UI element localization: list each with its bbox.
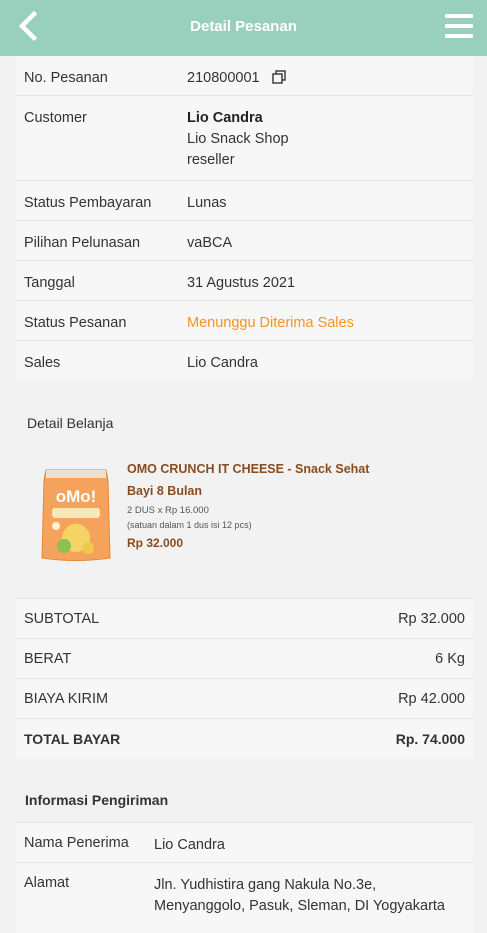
order-status-row: Status Pesanan Menunggu Diterima Sales — [16, 301, 473, 341]
sales-row: Sales Lio Candra — [16, 341, 473, 381]
product-quantity: 2 DUS x Rp 16.000 — [127, 505, 209, 516]
payment-status-label: Status Pembayaran — [24, 195, 152, 211]
date-row: Tanggal 31 Agustus 2021 — [16, 261, 473, 301]
recipient-row: Nama Penerima Lio Candra — [16, 823, 473, 863]
date-label: Tanggal — [24, 275, 75, 291]
order-info-list: No. Pesanan 210800001 Customer Lio Candr… — [16, 56, 473, 381]
order-number-value: 210800001 — [187, 68, 286, 89]
order-summary: SUBTOTAL Rp 32.000 BERAT 6 Kg BIAYA KIRI… — [16, 598, 473, 759]
customer-label: Customer — [24, 110, 87, 126]
customer-shop: Lio Snack Shop — [187, 131, 289, 147]
order-number-text: 210800001 — [187, 70, 260, 86]
order-number-label: No. Pesanan — [24, 70, 108, 86]
shipping-cost-row: BIAYA KIRIM Rp 42.000 — [16, 679, 473, 719]
order-status-label: Status Pesanan — [24, 315, 127, 331]
product-item[interactable]: oMo! OMO CRUNCH IT CHEESE - Snack Sehat … — [36, 458, 456, 568]
subtotal-label: SUBTOTAL — [24, 611, 100, 627]
address-label: Alamat — [24, 875, 70, 891]
address-value: Jln. Yudhistira gang Nakula No.3e, Menya… — [154, 877, 445, 914]
product-image: oMo! — [36, 464, 116, 564]
sales-value: Lio Candra — [187, 355, 258, 371]
customer-name: Lio Candra — [187, 110, 263, 126]
total-value: Rp. 74.000 — [395, 731, 465, 747]
recipient-label: Nama Penerima — [24, 835, 129, 851]
weight-label: BERAT — [24, 651, 72, 667]
subtotal-row: SUBTOTAL Rp 32.000 — [16, 599, 473, 639]
total-label: TOTAL BAYAR — [24, 731, 121, 747]
shipping-cost-label: BIAYA KIRIM — [24, 691, 109, 707]
product-unit-note: (satuan dalam 1 dus isi 12 pcs) — [127, 520, 252, 530]
weight-value: 6 Kg — [435, 651, 465, 667]
order-number-row: No. Pesanan 210800001 — [16, 56, 473, 96]
customer-value: Lio Candra Lio Snack Shop reseller — [187, 108, 289, 171]
subtotal-value: Rp 32.000 — [398, 611, 465, 627]
customer-row: Customer Lio Candra Lio Snack Shop resel… — [16, 96, 473, 181]
address-row: Alamat Jln. Yudhistira gang Nakula No.3e… — [16, 863, 473, 933]
hamburger-icon — [445, 14, 473, 18]
menu-button[interactable] — [445, 14, 473, 38]
copy-icon[interactable] — [271, 69, 286, 84]
shipping-info-title: Informasi Pengiriman — [25, 792, 169, 808]
product-brand-logo: oMo! — [56, 487, 97, 506]
customer-type: reseller — [187, 152, 235, 168]
recipient-value: Lio Candra — [154, 837, 225, 853]
app-header: Detail Pesanan — [0, 0, 487, 56]
product-name: OMO CRUNCH IT CHEESE - Snack Sehat Bayi … — [127, 462, 370, 498]
page-title: Detail Pesanan — [190, 18, 297, 35]
sales-label: Sales — [24, 355, 61, 371]
payment-status-row: Status Pembayaran Lunas — [16, 181, 473, 221]
total-row: TOTAL BAYAR Rp. 74.000 — [16, 719, 473, 759]
order-status-value: Menunggu Diterima Sales — [187, 315, 354, 331]
payment-status-value: Lunas — [187, 195, 227, 211]
settlement-label: Pilihan Pelunasan — [24, 235, 141, 251]
settlement-row: Pilihan Pelunasan vaBCA — [16, 221, 473, 261]
shipping-info-list: Nama Penerima Lio Candra Alamat Jln. Yud… — [16, 822, 473, 933]
weight-row: BERAT 6 Kg — [16, 639, 473, 679]
shipping-cost-value: Rp 42.000 — [398, 691, 465, 707]
shopping-detail-title: Detail Belanja — [27, 415, 114, 431]
product-price: Rp 32.000 — [127, 536, 184, 550]
settlement-value: vaBCA — [187, 235, 233, 251]
date-value: 31 Agustus 2021 — [187, 275, 296, 291]
